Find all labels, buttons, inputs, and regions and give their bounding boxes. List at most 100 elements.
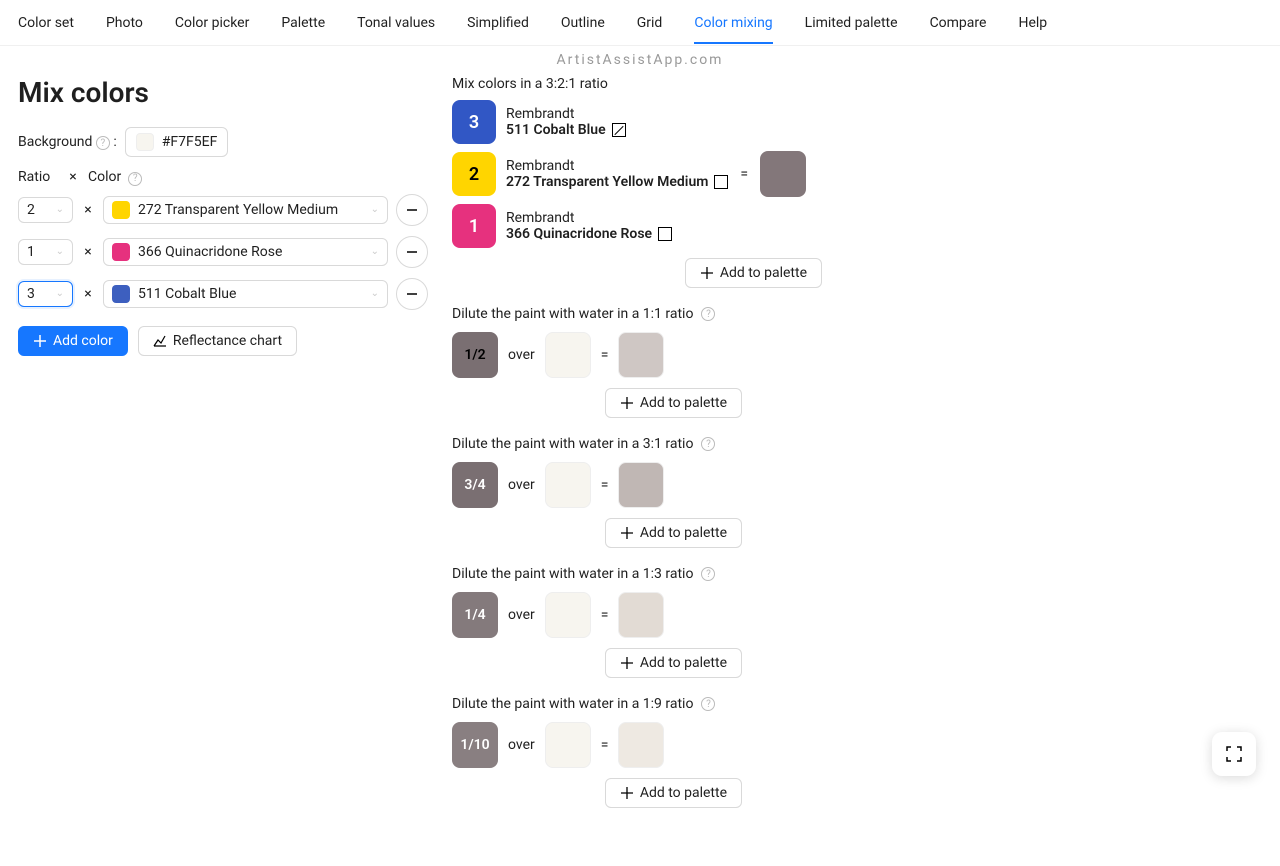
tab-color-set[interactable]: Color set [18, 3, 74, 43]
chevron-down-icon: ⌄ [56, 204, 64, 215]
tab-tonal-values[interactable]: Tonal values [357, 3, 435, 43]
background-input[interactable]: #F7F5EF [125, 127, 229, 157]
dilution-title: Dilute the paint with water in a 1:3 rat… [452, 566, 693, 582]
help-icon[interactable]: ? [128, 172, 142, 186]
mix-color-info: Rembrandt 272 Transparent Yellow Medium [506, 158, 728, 190]
mix-result-swatch [760, 151, 806, 197]
tab-color-mixing[interactable]: Color mixing [694, 3, 772, 43]
tab-color-picker[interactable]: Color picker [175, 3, 249, 43]
fraction-swatch: 1/4 [452, 592, 498, 638]
color-select[interactable]: 511 Cobalt Blue ⌄ [103, 280, 388, 308]
color-swatch [112, 201, 130, 219]
chevron-down-icon: ⌄ [56, 246, 64, 257]
remove-color-button[interactable] [396, 194, 428, 226]
tab-outline[interactable]: Outline [561, 3, 605, 43]
equals-label: = [740, 166, 748, 182]
background-swatch [545, 332, 591, 378]
reflectance-button[interactable]: Reflectance chart [138, 326, 297, 356]
equals-label: = [601, 347, 609, 363]
results-panel: Mix colors in a 3:2:1 ratio 3 Rembrandt … [452, 76, 1262, 826]
brand-label: Rembrandt [506, 210, 672, 226]
help-icon[interactable]: ? [701, 567, 715, 581]
mix-color-info: Rembrandt 511 Cobalt Blue [506, 106, 626, 138]
add-to-palette-button[interactable]: Add to palette [685, 258, 822, 288]
brand-label: ArtistAssistApp.com [0, 46, 1280, 68]
opacity-icon [612, 123, 626, 137]
plus-icon [620, 656, 634, 670]
over-label: over [508, 737, 535, 753]
help-icon[interactable]: ? [701, 307, 715, 321]
color-name: 366 Quinacridone Rose [506, 226, 652, 242]
add-to-palette-button[interactable]: Add to palette [605, 518, 742, 548]
plus-icon [33, 334, 47, 348]
tab-help[interactable]: Help [1018, 3, 1047, 43]
tab-photo[interactable]: Photo [106, 3, 143, 43]
chart-icon [153, 334, 167, 348]
opacity-icon [714, 175, 728, 189]
ratio-badge: 3 [452, 100, 496, 144]
opacity-icon [658, 227, 672, 241]
ratio-select[interactable]: 1⌄ [18, 239, 73, 265]
color-name: 511 Cobalt Blue [506, 122, 606, 138]
plus-icon [620, 396, 634, 410]
help-icon[interactable]: ? [701, 437, 715, 451]
fullscreen-button[interactable] [1212, 732, 1256, 776]
page-title: Mix colors [18, 76, 428, 109]
background-label: Background ? : [18, 134, 117, 151]
minus-icon [405, 203, 419, 217]
color-swatch [112, 285, 130, 303]
add-to-palette-button[interactable]: Add to palette [605, 648, 742, 678]
remove-color-button[interactable] [396, 236, 428, 268]
chevron-down-icon: ⌄ [371, 204, 379, 215]
chevron-down-icon: ⌄ [371, 246, 379, 257]
color-select[interactable]: 366 Quinacridone Rose ⌄ [103, 238, 388, 266]
help-icon[interactable]: ? [96, 136, 110, 150]
ratio-select[interactable]: 3⌄ [18, 281, 73, 307]
dilution-result-swatch [618, 462, 664, 508]
plus-icon [700, 266, 714, 280]
brand-label: Rembrandt [506, 106, 626, 122]
equals-label: = [601, 607, 609, 623]
brand-label: Rembrandt [506, 158, 728, 174]
chevron-down-icon: ⌄ [371, 288, 379, 299]
color-header: Color ? [88, 169, 142, 186]
background-swatch [545, 722, 591, 768]
background-hex: #F7F5EF [162, 134, 218, 150]
over-label: over [508, 347, 535, 363]
tab-simplified[interactable]: Simplified [467, 3, 529, 43]
tab-limited-palette[interactable]: Limited palette [805, 3, 898, 43]
color-select[interactable]: 272 Transparent Yellow Medium ⌄ [103, 196, 388, 224]
tab-grid[interactable]: Grid [637, 3, 663, 43]
fraction-swatch: 1/10 [452, 722, 498, 768]
tab-palette[interactable]: Palette [281, 3, 325, 43]
times-label: × [81, 286, 95, 302]
remove-color-button[interactable] [396, 278, 428, 310]
dilution-result-swatch [618, 592, 664, 638]
fraction-swatch: 3/4 [452, 462, 498, 508]
mix-color-info: Rembrandt 366 Quinacridone Rose [506, 210, 672, 242]
mix-title: Mix colors in a 3:2:1 ratio [452, 76, 1262, 92]
minus-icon [405, 287, 419, 301]
chevron-down-icon: ⌄ [56, 288, 64, 299]
times-header: × [66, 169, 80, 185]
over-label: over [508, 477, 535, 493]
tab-compare[interactable]: Compare [930, 3, 987, 43]
color-swatch [112, 243, 130, 261]
times-label: × [81, 202, 95, 218]
color-name: 272 Transparent Yellow Medium [506, 174, 708, 190]
background-swatch [136, 133, 154, 151]
plus-icon [620, 526, 634, 540]
background-swatch [545, 592, 591, 638]
fraction-swatch: 1/2 [452, 332, 498, 378]
add-color-button[interactable]: Add color [18, 326, 128, 356]
ratio-select[interactable]: 2⌄ [18, 197, 73, 223]
minus-icon [405, 245, 419, 259]
controls-panel: Mix colors Background ? : #F7F5EF Ratio … [18, 76, 428, 826]
help-icon[interactable]: ? [701, 697, 715, 711]
ratio-badge: 1 [452, 204, 496, 248]
times-label: × [81, 244, 95, 260]
add-to-palette-button[interactable]: Add to palette [605, 778, 742, 808]
add-to-palette-button[interactable]: Add to palette [605, 388, 742, 418]
dilution-title: Dilute the paint with water in a 1:9 rat… [452, 696, 693, 712]
ratio-header: Ratio [18, 169, 58, 185]
